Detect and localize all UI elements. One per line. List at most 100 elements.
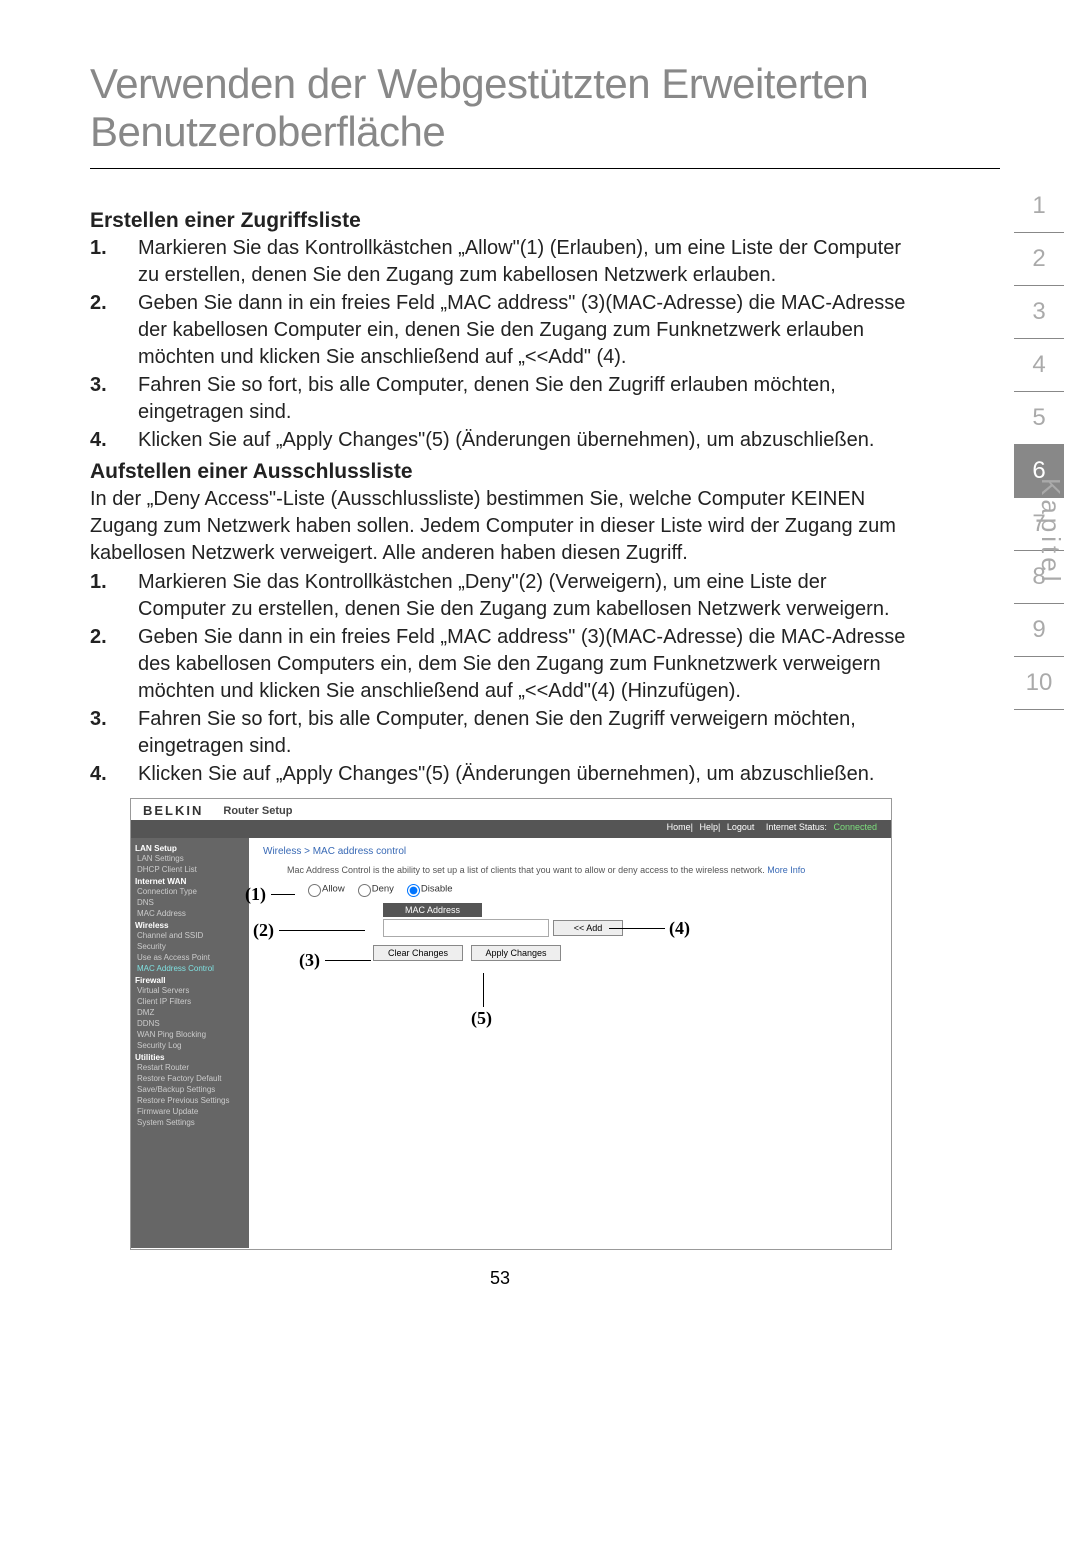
chapter-1[interactable]: 1 <box>1014 180 1064 233</box>
item-text: Markieren Sie das Kontrollkästchen „Deny… <box>138 571 890 620</box>
item-number: 1. <box>90 569 107 596</box>
item-number: 4. <box>90 761 107 788</box>
list-item: 3. Fahren Sie so fort, bis alle Computer,… <box>90 706 910 760</box>
item-text: Geben Sie dann in ein freies Feld „MAC a… <box>138 626 905 702</box>
chapter-10[interactable]: 10 <box>1014 657 1064 710</box>
mac-box: MAC Address << Add <box>383 903 877 937</box>
sidebar-item[interactable]: Restart Router <box>135 1062 245 1073</box>
topbar-help[interactable]: Help <box>699 822 718 832</box>
chapter-3[interactable]: 3 <box>1014 286 1064 339</box>
sidebar-item[interactable]: DNS <box>135 897 245 908</box>
deny-radio[interactable]: Deny <box>353 881 394 897</box>
shot-main: Wireless > MAC address control Mac Addre… <box>249 838 891 1248</box>
section2-intro: In der „Deny Access"-Liste (Ausschlussli… <box>90 486 910 567</box>
sidebar-item[interactable]: Security <box>135 941 245 952</box>
kapitel-label: Kapitel <box>1035 478 1066 586</box>
shot-header: BELKIN Router Setup <box>131 799 891 820</box>
sidebar-item[interactable]: Virtual Servers <box>135 985 245 996</box>
list-item: 2. Geben Sie dann in ein freies Feld „MAC… <box>90 290 910 371</box>
annot-2: (2) <box>253 920 274 941</box>
sidebar-wireless: Wireless <box>135 921 245 930</box>
breadcrumb: Wireless > MAC address control <box>263 846 877 857</box>
chapter-4[interactable]: 4 <box>1014 339 1064 392</box>
list-item: 2. Geben Sie dann in ein freies Feld „MAC… <box>90 624 910 705</box>
router-screenshot: BELKIN Router Setup Home| Help| Logout I… <box>130 798 892 1250</box>
chapter-2[interactable]: 2 <box>1014 233 1064 286</box>
section1-heading: Erstellen einer Zugriffsliste <box>90 209 910 233</box>
item-number: 3. <box>90 372 107 399</box>
item-number: 3. <box>90 706 107 733</box>
sidebar-item[interactable]: DHCP Client List <box>135 864 245 875</box>
sidebar-item[interactable]: DMZ <box>135 1007 245 1018</box>
page-number: 53 <box>90 1268 910 1289</box>
item-text: Fahren Sie so fort, bis alle Computer, d… <box>138 708 856 757</box>
mac-input[interactable] <box>383 919 549 937</box>
topbar-logout[interactable]: Logout <box>727 822 755 832</box>
sidebar-item-active[interactable]: MAC Address Control <box>135 963 245 974</box>
list-item: 3. Fahren Sie so fort, bis alle Computer,… <box>90 372 910 426</box>
page-title: Verwenden der Webgestützten Erweiterten … <box>90 60 1000 169</box>
item-text: Geben Sie dann in ein freies Feld „MAC a… <box>138 292 905 368</box>
sidebar-item[interactable]: WAN Ping Blocking <box>135 1029 245 1040</box>
sidebar-item[interactable]: Restore Previous Settings <box>135 1095 245 1106</box>
annot-line <box>325 960 371 961</box>
item-number: 2. <box>90 624 107 651</box>
mac-header: MAC Address <box>383 903 482 917</box>
annot-line <box>609 928 665 929</box>
chapter-5[interactable]: 5 <box>1014 392 1064 445</box>
list-item: 1.Markieren Sie das Kontrollkästchen „Al… <box>90 235 910 289</box>
annot-line <box>271 894 295 895</box>
belkin-logo: BELKIN <box>143 803 203 818</box>
annot-5: (5) <box>471 1008 492 1029</box>
list-item: 4. Klicken Sie auf „Apply Changes"(5) (Än… <box>90 427 910 454</box>
sidebar-item[interactable]: LAN Settings <box>135 853 245 864</box>
sidebar-internet-wan: Internet WAN <box>135 877 245 886</box>
status-value: Connected <box>833 822 877 832</box>
sidebar-item[interactable]: DDNS <box>135 1018 245 1029</box>
more-info-link[interactable]: More Info <box>767 865 805 875</box>
radio-line: Allow Deny Disable <box>303 881 877 897</box>
item-text: Klicken Sie auf „Apply Changes"(5) (Ände… <box>138 763 874 785</box>
sidebar-item[interactable]: Channel and SSID <box>135 930 245 941</box>
annot-4: (4) <box>669 918 690 939</box>
list-item: 4. Klicken Sie auf „Apply Changes"(5) (Än… <box>90 761 910 788</box>
section1-list: 1.Markieren Sie das Kontrollkästchen „Al… <box>90 235 910 454</box>
item-text: Markieren Sie das Kontrollkästchen „Allo… <box>138 237 901 286</box>
item-text: Fahren Sie so fort, bis alle Computer, d… <box>138 374 836 423</box>
sidebar-item[interactable]: MAC Address <box>135 908 245 919</box>
list-item: 1. Markieren Sie das Kontrollkästchen „De… <box>90 569 910 623</box>
topbar-home[interactable]: Home <box>667 822 691 832</box>
chapter-nav: 1 2 3 4 5 6 7 8 9 10 <box>1014 180 1064 710</box>
sidebar-firewall: Firewall <box>135 976 245 985</box>
sidebar-item[interactable]: Restore Factory Default <box>135 1073 245 1084</box>
shot-sidebar: LAN Setup LAN Settings DHCP Client List … <box>131 838 249 1248</box>
sidebar-item[interactable]: System Settings <box>135 1117 245 1128</box>
item-text: Klicken Sie auf „Apply Changes"(5) (Ände… <box>138 429 874 451</box>
shot-topbar: Home| Help| Logout Internet Status: Conn… <box>131 820 891 838</box>
apply-changes-button[interactable]: Apply Changes <box>471 945 561 961</box>
mac-desc: Mac Address Control is the ability to se… <box>287 865 877 875</box>
router-setup-label: Router Setup <box>223 805 292 817</box>
sidebar-lan-setup: LAN Setup <box>135 844 245 853</box>
sidebar-item[interactable]: Security Log <box>135 1040 245 1051</box>
allow-radio[interactable]: Allow <box>303 881 345 897</box>
sidebar-item[interactable]: Use as Access Point <box>135 952 245 963</box>
sidebar-item[interactable]: Save/Backup Settings <box>135 1084 245 1095</box>
section2-heading: Aufstellen einer Ausschlussliste <box>90 460 910 484</box>
item-number: 2. <box>90 290 107 317</box>
annot-1: (1) <box>245 884 266 905</box>
chapter-9[interactable]: 9 <box>1014 604 1064 657</box>
annot-line <box>279 930 365 931</box>
sidebar-item[interactable]: Firmware Update <box>135 1106 245 1117</box>
sidebar-item[interactable]: Connection Type <box>135 886 245 897</box>
annot-3: (3) <box>299 950 320 971</box>
section2-list: 1. Markieren Sie das Kontrollkästchen „De… <box>90 569 910 788</box>
sidebar-utilities: Utilities <box>135 1053 245 1062</box>
status-label: Internet Status: <box>766 822 827 832</box>
item-number: 4. <box>90 427 107 454</box>
disable-radio[interactable]: Disable <box>402 881 453 897</box>
sidebar-item[interactable]: Client IP Filters <box>135 996 245 1007</box>
clear-changes-button[interactable]: Clear Changes <box>373 945 463 961</box>
annot-line <box>483 973 484 1007</box>
desc-text: Mac Address Control is the ability to se… <box>287 865 765 875</box>
